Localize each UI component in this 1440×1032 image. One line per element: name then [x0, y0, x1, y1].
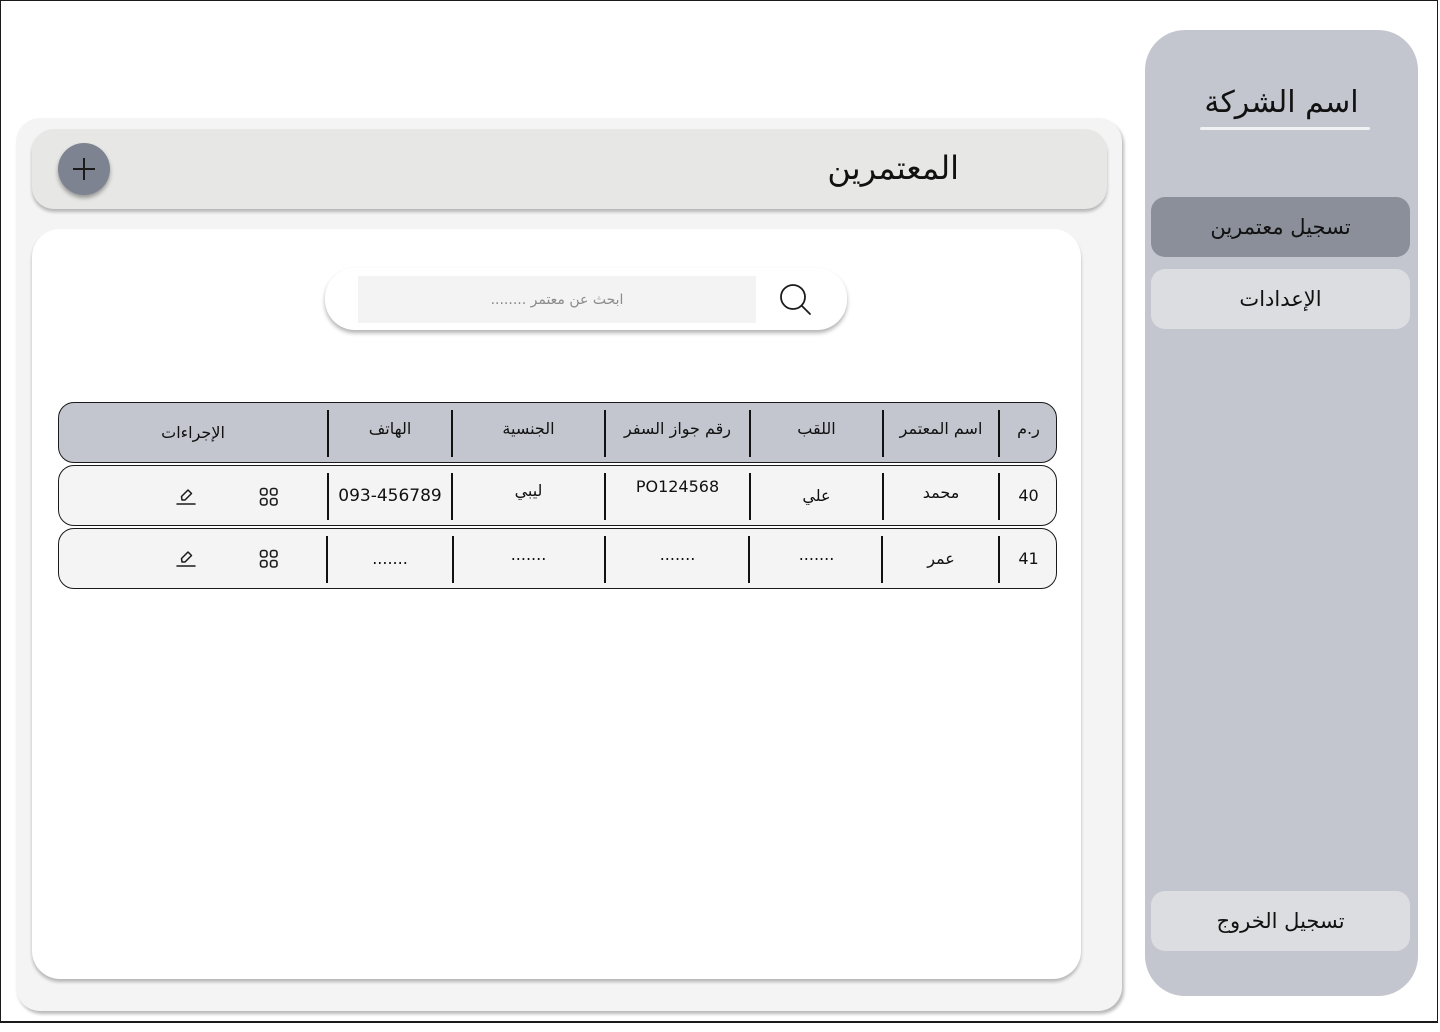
cell-name: عمر [927, 549, 955, 568]
cell-surname: ....... [798, 545, 835, 564]
column-divider [327, 410, 329, 457]
sidebar: اسم الشركة تسجيل معتمرين الإعدادات تسجيل… [1145, 30, 1418, 996]
column-divider [452, 536, 454, 583]
cell-passport: ....... [659, 545, 696, 564]
plus-icon [73, 158, 95, 180]
cell-surname: علي [802, 486, 831, 505]
cell-phone: 093-456789 [338, 485, 442, 506]
cell-number: 41 [1018, 549, 1039, 568]
column-header-passport: رقم جواز السفر [623, 419, 732, 438]
logout-button[interactable]: تسجيل الخروج [1151, 891, 1410, 951]
grid-icon[interactable] [259, 487, 279, 507]
column-header-actions: الإجراءات [161, 423, 225, 442]
grid-icon[interactable] [259, 549, 279, 569]
column-header-nationality: الجنسية [502, 419, 555, 438]
table-header-row: ر.م اسم المعتمر اللقب رقم جواز السفر الج… [58, 402, 1057, 463]
cell-passport: PO124568 [635, 477, 720, 496]
edit-icon[interactable] [175, 485, 197, 507]
column-header-surname: اللقب [797, 419, 836, 438]
cell-phone: ....... [372, 549, 408, 568]
main-panel: المعتمرين ر.م ا [16, 118, 1122, 1011]
search-icon[interactable] [778, 282, 812, 316]
app-window: اسم الشركة تسجيل معتمرين الإعدادات تسجيل… [0, 0, 1438, 1023]
company-divider [1200, 127, 1370, 130]
cell-number: 40 [1018, 486, 1039, 505]
table-row[interactable]: 40 محمد علي PO124568 ليبي 093-456789 [58, 465, 1057, 526]
column-header-number: ر.م [1017, 419, 1040, 438]
column-header-phone: الهاتف [368, 419, 412, 438]
cell-name: محمد [922, 483, 960, 502]
cell-nationality: ليبي [514, 481, 543, 500]
company-name: اسم الشركة [1204, 85, 1359, 120]
column-header-name: اسم المعتمر [899, 419, 983, 438]
add-pilgrim-button[interactable] [58, 143, 110, 195]
column-divider [327, 473, 329, 520]
content-card: ر.م اسم المعتمر اللقب رقم جواز السفر الج… [32, 229, 1081, 979]
table-row[interactable]: 41 عمر ....... ....... ....... ....... [58, 528, 1057, 589]
sidebar-item-settings[interactable]: الإعدادات [1151, 269, 1410, 329]
search-bar [325, 268, 847, 330]
cell-nationality: ....... [510, 545, 547, 564]
page-title: المعتمرين [827, 149, 959, 187]
sidebar-item-register-pilgrims[interactable]: تسجيل معتمرين [1151, 197, 1410, 257]
edit-icon[interactable] [175, 547, 197, 569]
page-header: المعتمرين [32, 129, 1107, 209]
column-divider [326, 536, 328, 583]
search-input[interactable] [358, 276, 756, 323]
